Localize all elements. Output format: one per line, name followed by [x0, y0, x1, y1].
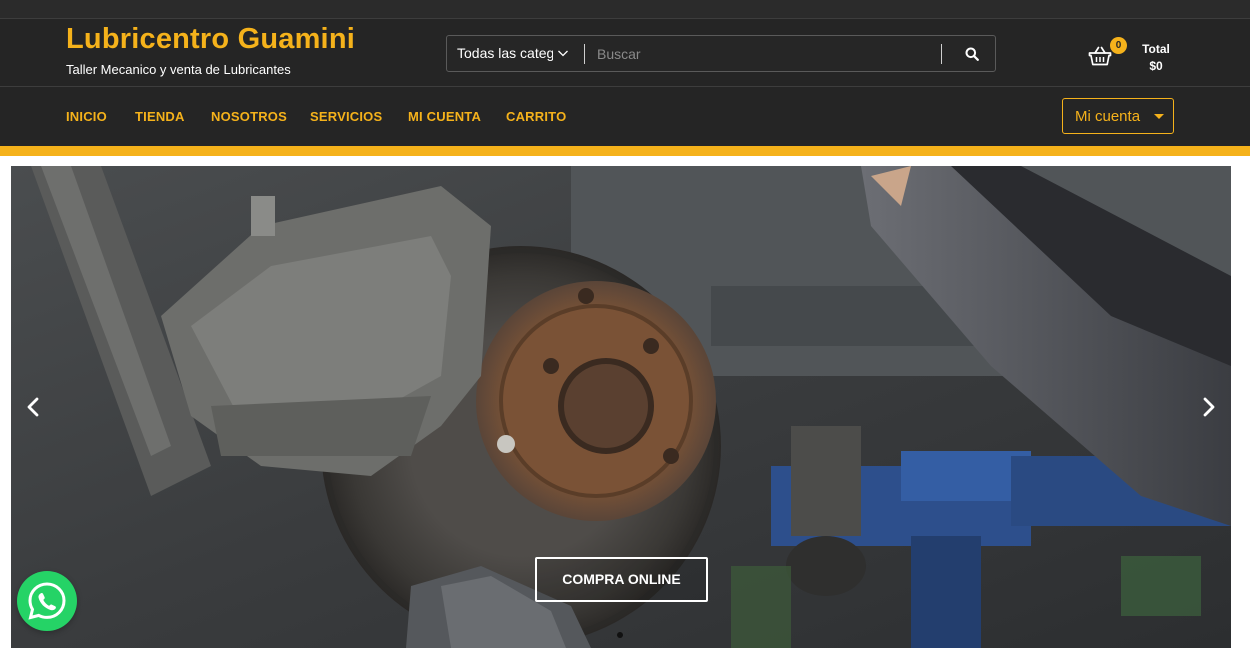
cart-button[interactable]: 0 [1088, 37, 1127, 71]
caret-down-icon [1154, 114, 1164, 119]
accent-bar [0, 146, 1250, 156]
search-icon [965, 47, 979, 61]
nav-item-nosotros[interactable]: NOSOTROS [211, 109, 287, 124]
cart-total-value: $0 [1149, 59, 1163, 73]
cart-total: Total $0 [1136, 41, 1176, 75]
site-header: Lubricentro Guamini Taller Mecanico y ve… [0, 19, 1250, 87]
whatsapp-button[interactable] [17, 571, 77, 631]
main-nav: INICIO TIENDA NOSOTROS SERVICIOS MI CUEN… [0, 87, 1250, 146]
cart-total-label: Total [1142, 42, 1170, 56]
site-title[interactable]: Lubricentro Guamini [66, 23, 355, 56]
chevron-left-icon[interactable] [23, 396, 45, 418]
nav-item-mi-cuenta[interactable]: MI CUENTA [408, 109, 481, 124]
nav-item-inicio[interactable]: INICIO [66, 109, 107, 124]
search-input[interactable] [597, 36, 927, 71]
cart-count-badge: 0 [1110, 37, 1127, 54]
category-select[interactable]: Todas las categ [457, 36, 553, 71]
hero-slider: COMPRA ONLINE [11, 166, 1231, 648]
account-button-label: Mi cuenta [1075, 108, 1141, 125]
slider-dot-1[interactable] [617, 632, 623, 638]
nav-item-tienda[interactable]: TIENDA [135, 109, 185, 124]
chevron-right-icon[interactable] [1197, 396, 1219, 418]
nav-item-servicios[interactable]: SERVICIOS [310, 109, 382, 124]
chevron-down-icon[interactable] [557, 47, 569, 59]
search-bar: Todas las categ [446, 35, 996, 72]
whatsapp-icon [28, 582, 66, 620]
basket-icon [1088, 46, 1112, 66]
divider [584, 44, 585, 64]
account-dropdown-button[interactable]: Mi cuenta [1062, 98, 1174, 134]
nav-item-carrito[interactable]: CARRITO [506, 109, 566, 124]
compra-online-button[interactable]: COMPRA ONLINE [535, 557, 708, 602]
divider [941, 44, 942, 64]
search-button[interactable] [952, 36, 992, 71]
top-strip [0, 0, 1250, 19]
site-tagline: Taller Mecanico y venta de Lubricantes [66, 62, 291, 77]
